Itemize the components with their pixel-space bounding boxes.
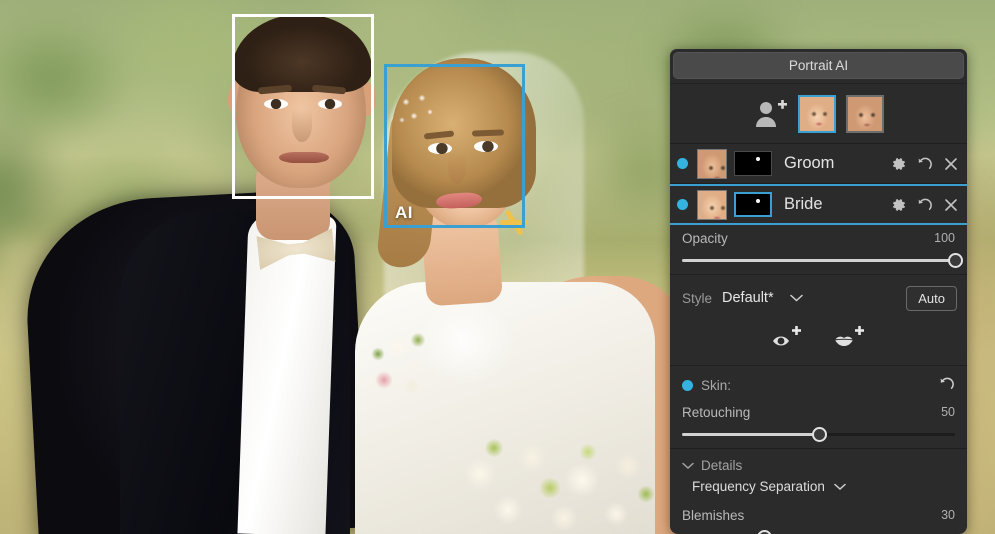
details-section-header[interactable]: Details: [670, 454, 967, 475]
mask-marker-icon: [755, 157, 760, 162]
skin-toggle[interactable]: [682, 379, 693, 391]
chevron-down-icon[interactable]: [682, 458, 694, 473]
frequency-separation-value[interactable]: Frequency Separation: [692, 479, 825, 494]
mask-marker-icon: [755, 198, 760, 203]
skin-label: Skin:: [701, 377, 732, 393]
retouching-label: Retouching: [682, 404, 751, 420]
boutonniere: [368, 324, 438, 410]
gear-icon[interactable]: [891, 197, 907, 213]
opacity-label: Opacity: [682, 230, 728, 246]
portrait-ai-panel: Portrait AI Groom Bride Opacity 100 Styl…: [670, 49, 967, 534]
chevron-down-icon[interactable]: [789, 291, 803, 305]
blemishes-section: Blemishes 30: [670, 502, 967, 534]
blemishes-slider[interactable]: [682, 528, 955, 534]
chevron-down-icon[interactable]: [834, 479, 847, 494]
section-divider: [670, 448, 967, 449]
frequency-separation-row[interactable]: Frequency Separation: [670, 475, 967, 498]
add-lips-tool-icon[interactable]: [833, 325, 867, 351]
gear-icon[interactable]: [891, 156, 907, 172]
opacity-slider-knob[interactable]: [948, 253, 963, 268]
opacity-section: Opacity 100: [670, 225, 967, 269]
groom-face-detection-box[interactable]: [232, 14, 374, 199]
reset-icon[interactable]: [939, 376, 955, 395]
layer-mask-thumbnail-bride[interactable]: [734, 192, 772, 217]
section-divider: [670, 274, 967, 275]
style-section: Style Default* Auto: [670, 280, 967, 316]
layer-visibility-toggle-groom[interactable]: [677, 158, 688, 169]
blemishes-row: Blemishes 30: [682, 502, 955, 528]
layer-row-bride[interactable]: Bride: [670, 184, 967, 225]
reset-icon[interactable]: [917, 156, 933, 172]
slider-fill: [682, 433, 819, 436]
layer-visibility-toggle-bride[interactable]: [677, 199, 688, 210]
close-icon[interactable]: [943, 156, 959, 172]
bride-face-thumbnail[interactable]: [797, 94, 836, 133]
retouching-row: Retouching 50: [682, 399, 955, 425]
app-root: AI Portrait AI Groom Bride Opacity 100 S…: [0, 0, 995, 534]
bridal-bouquet: [432, 418, 682, 534]
details-label: Details: [701, 458, 743, 473]
reset-icon[interactable]: [917, 197, 933, 213]
detection-ai-label: AI: [395, 203, 413, 222]
groom-face-thumbnail[interactable]: [845, 94, 884, 133]
add-person-icon[interactable]: [754, 99, 788, 128]
opacity-value: 100: [934, 231, 955, 245]
style-value[interactable]: Default*: [722, 290, 774, 306]
retouching-value: 50: [941, 405, 955, 419]
skin-section-header[interactable]: Skin:: [670, 371, 967, 399]
retouching-section: Retouching 50: [670, 399, 967, 443]
panel-title-bar[interactable]: Portrait AI: [673, 52, 964, 79]
opacity-row: Opacity 100: [682, 225, 955, 251]
layer-actions-bride: [891, 197, 959, 213]
blemishes-value: 30: [941, 508, 955, 522]
bride-face-detection-box[interactable]: AI: [384, 64, 525, 228]
slider-fill: [682, 259, 955, 262]
add-eye-tool-icon[interactable]: [771, 325, 805, 351]
opacity-slider[interactable]: [682, 251, 963, 269]
section-divider: [670, 365, 967, 366]
faces-strip: [670, 84, 967, 144]
layer-name-groom: Groom: [784, 154, 835, 172]
layer-name-bride: Bride: [784, 195, 823, 213]
retouching-slider[interactable]: [682, 425, 955, 443]
layer-mask-thumbnail-groom[interactable]: [734, 151, 772, 176]
layer-thumbnail-bride[interactable]: [697, 189, 727, 220]
blemishes-slider-knob[interactable]: [756, 530, 772, 534]
retouching-slider-knob[interactable]: [811, 427, 827, 442]
auto-button[interactable]: Auto: [906, 285, 957, 311]
layer-thumbnail-groom[interactable]: [697, 148, 727, 179]
layer-actions-groom: [891, 156, 959, 172]
panel-title-text: Portrait AI: [788, 58, 849, 73]
close-icon[interactable]: [943, 197, 959, 213]
blemishes-label: Blemishes: [682, 507, 745, 523]
layer-row-groom[interactable]: Groom: [670, 144, 967, 184]
groom-shirt: [237, 213, 337, 534]
style-label: Style: [682, 290, 713, 306]
retouch-tools-row: [670, 316, 967, 360]
